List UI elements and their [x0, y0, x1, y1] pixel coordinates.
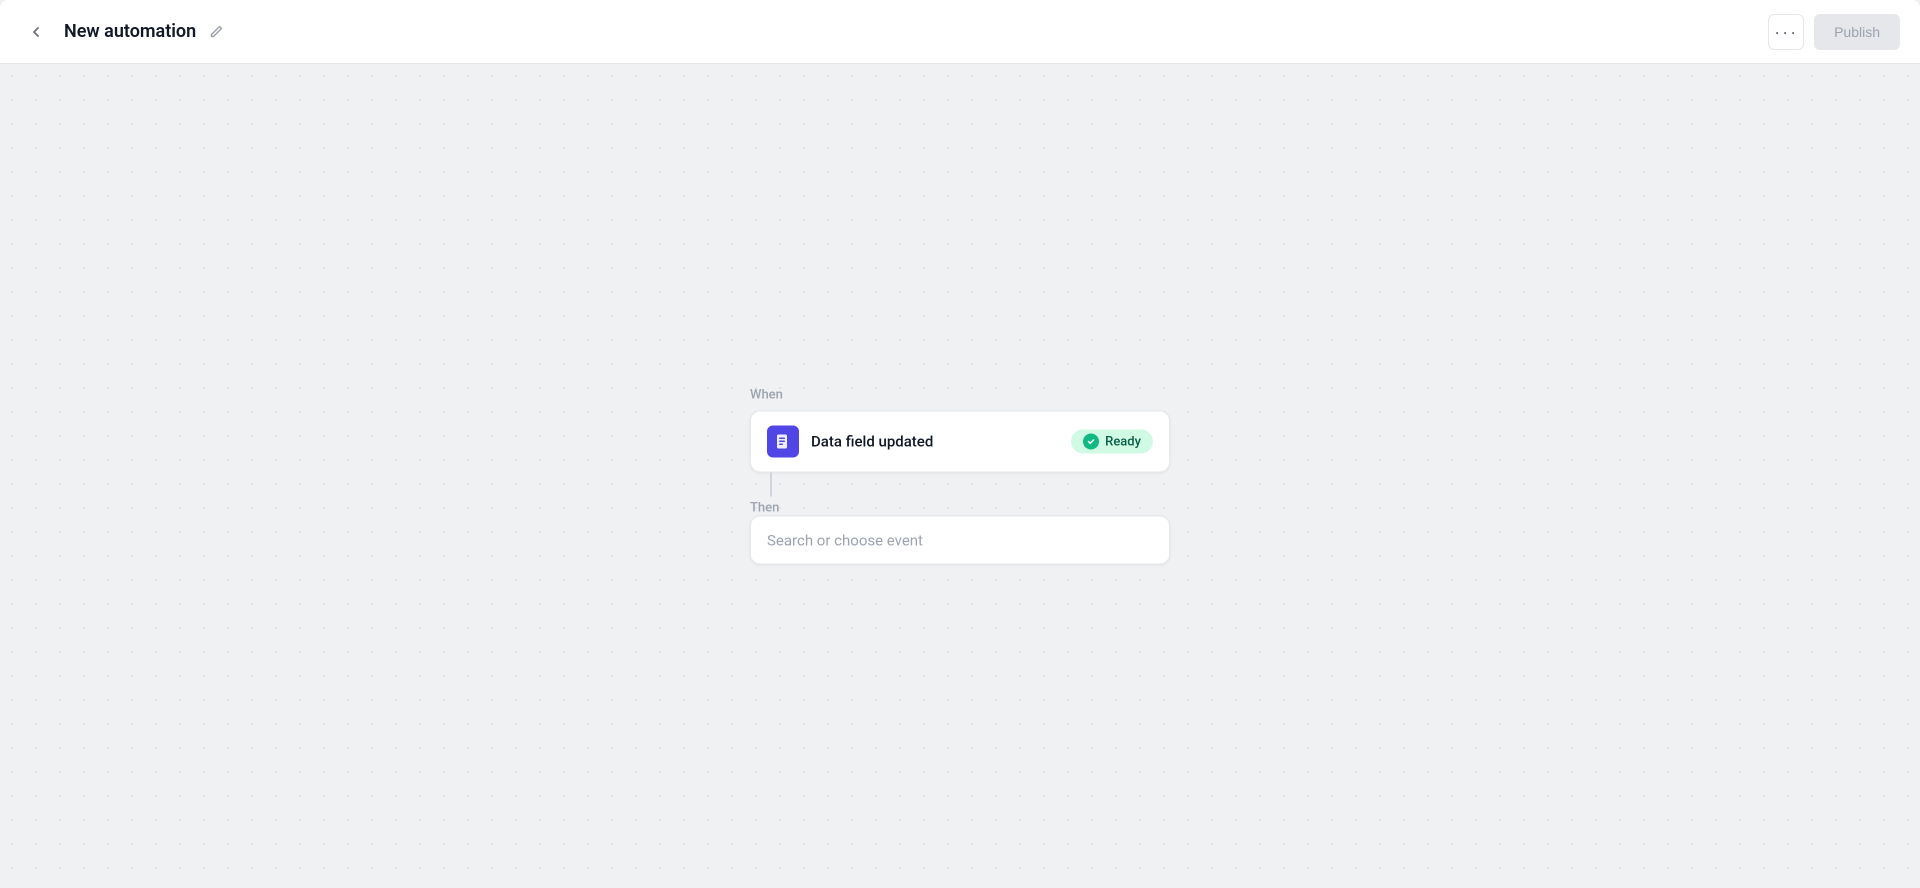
- when-label: When: [750, 388, 783, 403]
- trigger-card[interactable]: Data field updated Ready: [750, 411, 1170, 473]
- action-card[interactable]: Search or choose event: [750, 516, 1170, 565]
- more-options-button[interactable]: ···: [1768, 14, 1804, 50]
- header-left: New automation: [20, 16, 224, 48]
- trigger-name: Data field updated: [811, 433, 933, 451]
- then-section: Then Search or choose event: [750, 497, 1170, 565]
- canvas: When Data field updated: [0, 64, 1920, 888]
- app-container: New automation ··· Publish When: [0, 0, 1920, 888]
- then-label: Then: [750, 501, 779, 516]
- ready-check-icon: [1083, 434, 1099, 450]
- ready-badge: Ready: [1071, 430, 1153, 454]
- flow-container: When Data field updated: [750, 388, 1170, 565]
- edit-icon[interactable]: [208, 24, 224, 40]
- publish-button[interactable]: Publish: [1814, 14, 1900, 50]
- search-event-placeholder: Search or choose event: [767, 532, 923, 550]
- header-right: ··· Publish: [1768, 14, 1900, 50]
- chevron-left-icon: [28, 24, 44, 40]
- header: New automation ··· Publish: [0, 0, 1920, 64]
- ready-label: Ready: [1105, 434, 1141, 449]
- trigger-icon: [767, 426, 799, 458]
- connector-line: [770, 473, 772, 497]
- back-button[interactable]: [20, 16, 52, 48]
- page-title: New automation: [64, 21, 196, 42]
- ellipsis-icon: ···: [1774, 23, 1798, 41]
- trigger-card-left: Data field updated: [767, 426, 933, 458]
